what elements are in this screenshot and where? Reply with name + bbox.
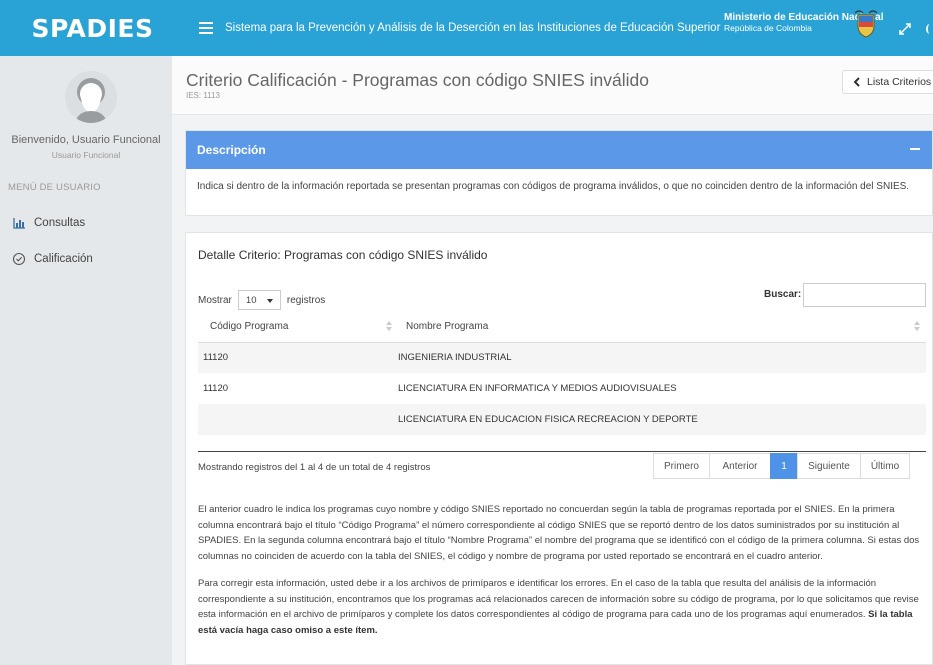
table-divider (198, 451, 926, 452)
hamburger-menu-icon[interactable] (199, 22, 213, 34)
brand-logo[interactable]: SPADIES (0, 0, 185, 56)
user-menu-icon[interactable] (926, 24, 933, 34)
sidebar-item-label: Calificación (34, 253, 93, 265)
coat-of-arms-icon (854, 10, 878, 38)
sidebar: Bienvenido, Usuario Funcional Usuario Fu… (0, 56, 172, 665)
column-label: Código Programa (210, 321, 289, 333)
check-circle-icon (12, 252, 26, 266)
code-cell: 11120 (198, 342, 398, 373)
detail-panel: Detalle Criterio: Programas con código S… (185, 232, 933, 665)
page-size-value: 10 (245, 294, 257, 306)
page-size-select[interactable]: 10 (237, 290, 281, 310)
code-cell (198, 404, 398, 435)
pager-next-button[interactable]: Siguiente (797, 453, 861, 479)
user-avatar-icon (75, 78, 107, 123)
column-label: Nombre Programa (406, 321, 489, 333)
pager-page-1[interactable]: 1 (770, 453, 798, 479)
avatar (65, 71, 117, 123)
bar-chart-icon (13, 218, 25, 229)
column-header-name[interactable]: Nombre Programa (398, 312, 926, 343)
name-cell: LICENCIATURA EN EDUCACION FISICA RECREAC… (398, 404, 926, 435)
chevron-left-icon (853, 77, 860, 87)
description-header: Descripción (186, 131, 932, 169)
description-panel: Descripción Indica si dentro de la infor… (185, 130, 933, 216)
show-suffix: registros (286, 294, 326, 306)
user-role: Usuario Funcional (51, 150, 121, 160)
name-cell: INGENIERIA INDUSTRIAL (398, 342, 926, 373)
description-text: Indica si dentro de la información repor… (197, 181, 910, 192)
welcome-text: Bienvenido, Usuario Funcional (11, 134, 161, 146)
instructions-paragraph: Para corregir esta información, usted de… (198, 576, 928, 638)
institution-code: IES: 1113 (186, 91, 220, 100)
collapse-icon[interactable] (910, 148, 920, 150)
back-to-list-button[interactable]: Lista Criterios (842, 70, 933, 94)
system-title: Sistema para la Prevención y Análisis de… (225, 22, 721, 34)
sort-icon (914, 321, 920, 331)
menu-header: MENÚ DE USUARIO (8, 182, 101, 193)
sidebar-item-label: Consultas (34, 217, 86, 229)
table-info: Mostrando registros del 1 al 4 de un tot… (198, 462, 431, 473)
table-row: 11120 LICENCIATURA EN INFORMATICA Y MEDI… (198, 373, 926, 404)
table-row: LICENCIATURA EN EDUCACION FISICA RECREAC… (198, 404, 926, 435)
column-header-code[interactable]: Código Programa (198, 312, 398, 343)
page-title: Criterio Calificación - Programas con có… (186, 70, 649, 90)
back-button-label: Lista Criterios (867, 76, 932, 88)
pager-last-button[interactable]: Último (860, 453, 910, 479)
sort-icon (386, 321, 392, 331)
description-title: Descripción (197, 143, 266, 157)
programs-table: Código Programa Nombre Programa 11120 IN… (198, 312, 926, 435)
pagination: Primero Anterior 1 Siguiente Último (653, 453, 910, 479)
page-header: Criterio Calificación - Programas con có… (172, 56, 933, 115)
sidebar-item-consultas[interactable]: Consultas (12, 216, 85, 230)
detail-title: Detalle Criterio: Programas con código S… (198, 248, 488, 262)
fullscreen-icon[interactable] (898, 22, 912, 36)
explanation-paragraph: El anterior cuadro le indica los program… (198, 504, 920, 562)
instructions-text: Para corregir esta información, usted de… (198, 578, 919, 620)
caret-down-icon (266, 299, 273, 303)
search-label: Buscar: (764, 289, 802, 300)
search-input[interactable] (803, 283, 926, 307)
table-row: 11120 INGENIERIA INDUSTRIAL (198, 342, 926, 373)
sidebar-item-calificacion[interactable]: Calificación (12, 252, 93, 266)
page-size-control: Mostrar 10 registros (198, 290, 325, 310)
name-cell: LICENCIATURA EN INFORMATICA Y MEDIOS AUD… (398, 373, 926, 404)
code-cell: 11120 (198, 373, 398, 404)
show-prefix: Mostrar (198, 294, 232, 306)
pager-previous-button[interactable]: Anterior (709, 453, 771, 479)
pager-first-button[interactable]: Primero (653, 453, 710, 479)
